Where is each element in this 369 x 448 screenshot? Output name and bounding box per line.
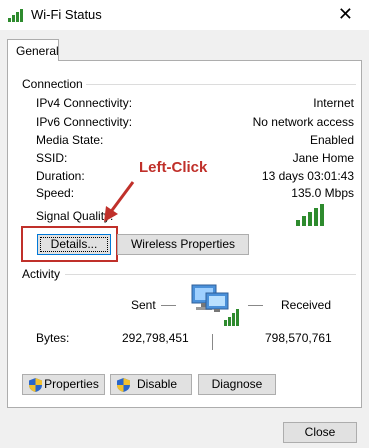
disable-button-label: Disable <box>136 377 178 391</box>
ipv4-label: IPv4 Connectivity: <box>36 96 133 110</box>
duration-value: 13 days 03:01:43 <box>261 169 354 183</box>
annotation-arrow-icon <box>104 181 135 222</box>
ipv4-value: Internet <box>313 96 354 110</box>
window-title: Wi-Fi Status <box>31 7 102 22</box>
annotation-left-click: Left-Click <box>139 159 208 176</box>
details-button[interactable]: Details... <box>37 234 111 255</box>
ipv6-label: IPv6 Connectivity: <box>36 115 133 129</box>
bytes-divider <box>212 334 213 350</box>
uac-shield-icon <box>29 378 42 392</box>
network-computers-icon <box>191 284 239 326</box>
diagnose-button-label: Diagnose <box>211 377 263 391</box>
bytes-received-value: 798,570,761 <box>265 331 332 345</box>
speed-label: Speed: <box>36 186 75 200</box>
ssid-value: Jane Home <box>292 151 354 165</box>
disable-button[interactable]: Disable <box>110 374 192 395</box>
bytes-sent-value: 292,798,451 <box>122 331 189 345</box>
media-state-value: Enabled <box>309 133 354 147</box>
uac-shield-icon <box>117 378 130 392</box>
tab-general-label: General <box>16 44 59 58</box>
wireless-properties-button[interactable]: Wireless Properties <box>117 234 249 255</box>
wifi-signal-icon <box>8 9 23 22</box>
bytes-label: Bytes: <box>36 331 70 345</box>
properties-button-label: Properties <box>44 377 99 391</box>
sent-label: Sent <box>131 298 156 312</box>
activity-divider <box>65 274 356 275</box>
properties-button[interactable]: Properties <box>22 374 105 395</box>
close-button[interactable]: Close <box>283 422 357 443</box>
ssid-label: SSID: <box>36 151 68 165</box>
received-label: Received <box>281 298 332 312</box>
close-icon[interactable]: ✕ <box>338 4 353 24</box>
signal-strength-icon <box>296 204 324 226</box>
ipv6-value: No network access <box>252 115 354 129</box>
sent-line <box>161 305 176 306</box>
connection-group-label: Connection <box>22 77 83 91</box>
media-state-label: Media State: <box>36 133 104 147</box>
wireless-properties-label: Wireless Properties <box>130 237 236 251</box>
title-bar: Wi-Fi Status ✕ <box>0 0 369 30</box>
received-line <box>248 305 263 306</box>
close-button-label: Close <box>304 425 336 439</box>
details-button-label: Details... <box>50 237 98 251</box>
diagnose-button[interactable]: Diagnose <box>198 374 276 395</box>
tab-general[interactable]: General <box>7 39 59 61</box>
activity-group-label: Activity <box>22 267 61 281</box>
connection-divider <box>86 84 356 85</box>
speed-value: 135.0 Mbps <box>291 186 354 200</box>
duration-label: Duration: <box>36 169 85 183</box>
